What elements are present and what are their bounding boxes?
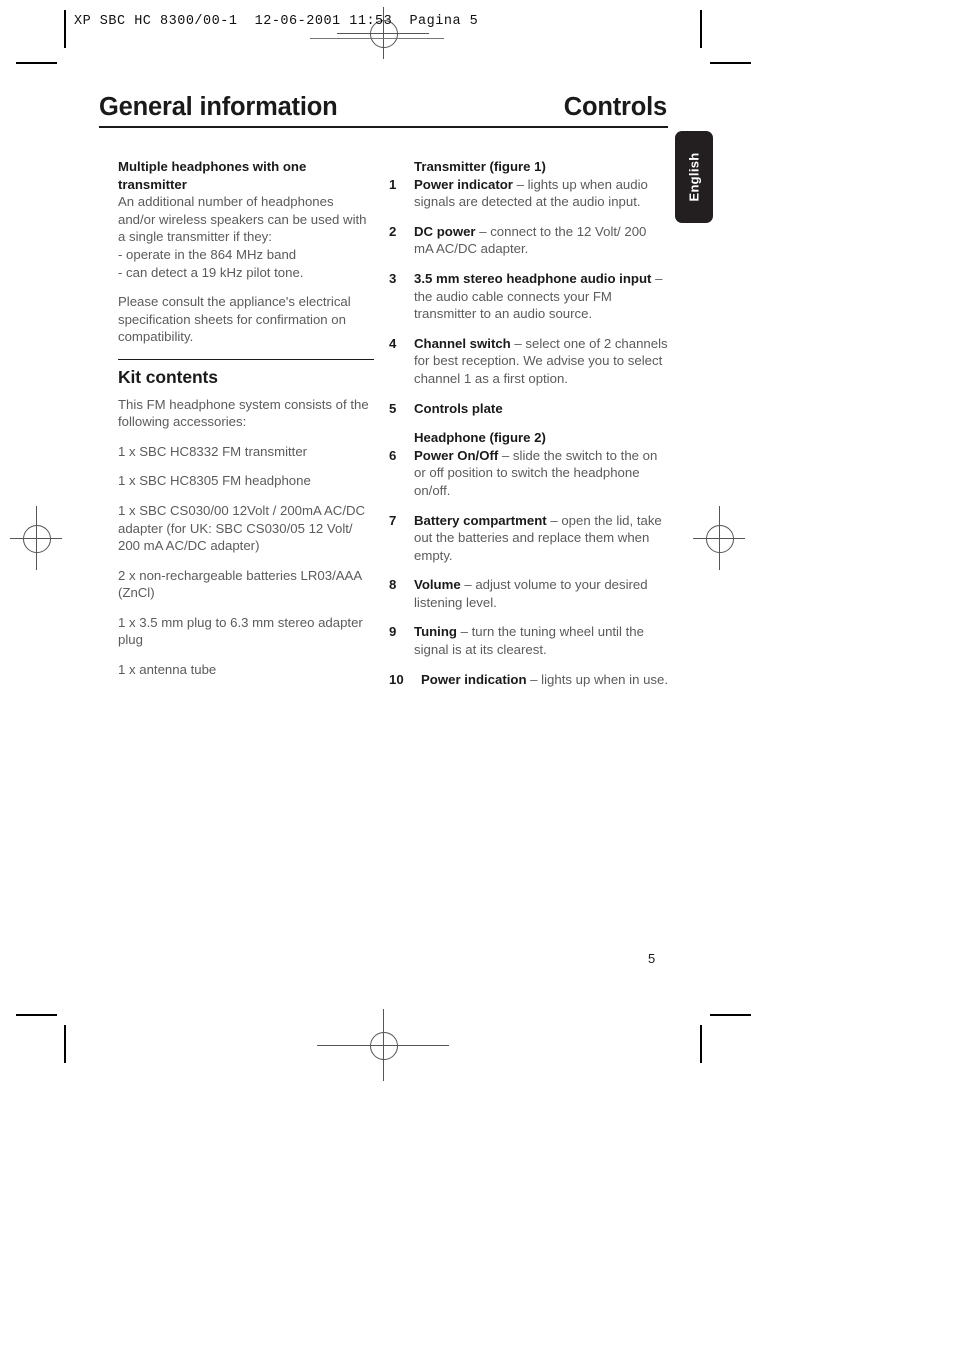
multiple-headphones-note: Please consult the appliance's electrica… [118,294,351,345]
control-item-2: 2 DC power – connect to the 12 Volt/ 200… [389,223,668,258]
crop-mark-top-right-horizontal [710,62,751,64]
control-item-term: Tuning [414,624,457,640]
control-item-term: Power indication [421,671,527,687]
control-item-4: 4 Channel switch – select one of 2 chann… [389,335,668,388]
control-item-term: 3.5 mm stereo headphone audio input [414,270,652,286]
kit-contents-heading: Kit contents [118,366,218,387]
control-item-term: Power On/Off [414,447,499,463]
multiple-headphones-bullet-1: - operate in the 864 MHz band [118,246,297,262]
title-divider-rule [99,126,668,128]
kit-contents-item: 1 x SBC CS030/00 12Volt / 200mA AC/DC ad… [118,502,366,554]
control-item-number: 7 [389,512,397,528]
page-title-right: Controls [563,93,667,121]
control-item-number: 4 [389,335,397,351]
control-item-term: Volume [414,577,461,593]
control-item-3: 3 3.5 mm stereo headphone audio input – … [389,270,668,323]
language-tab-label: English [686,152,702,202]
transmitter-section-heading-wrap: Transmitter (figure 1) [389,158,668,176]
control-item-term: Channel switch [414,335,511,351]
multiple-headphones-bullet-2: - can detect a 19 kHz pilot tone. [118,264,304,280]
proof-slug-underline [310,38,444,39]
control-item-1: 1 Power indicator – lights up when audio… [389,176,668,211]
crop-mark-bottom-left-vertical [64,1025,66,1063]
language-tab: English [675,131,713,223]
document-page: XP SBC HC 8300/00-1 12-06-2001 11:53 Pag… [0,0,954,1351]
kit-contents-item: 1 x 3.5 mm plug to 6.3 mm stereo adapter… [118,614,363,648]
control-item-number: 6 [389,447,397,463]
page-title-row: General information Controls [99,93,667,122]
crop-mark-top-left-horizontal [16,62,57,64]
control-item-number: 8 [389,577,397,593]
control-item-term: Battery compartment [414,512,547,528]
control-item-number: 1 [389,176,397,192]
control-item-8: 8 Volume – adjust volume to your desired… [389,576,668,611]
crop-mark-bottom-right-vertical [700,1025,702,1063]
control-item-number: 9 [389,624,397,640]
kit-contents-item: 1 x SBC HC8305 FM headphone [118,473,311,489]
transmitter-section-heading: Transmitter (figure 1) [414,159,546,174]
page-title-left: General information [99,93,338,121]
control-item-6: 6 Power On/Off – slide the switch to the… [389,447,668,500]
kit-contents-divider-rule [118,358,374,360]
kit-contents-item: 1 x antenna tube [118,662,217,678]
control-item-7: 7 Battery compartment – open the lid, ta… [389,512,668,565]
headphone-section-heading-wrap: Headphone (figure 2) [389,429,668,447]
control-item-term: Power indicator [414,176,513,192]
control-item-9: 9 Tuning – turn the tuning wheel until t… [389,623,668,658]
control-item-number: 2 [389,223,397,239]
control-item-5: 5 Controls plate [389,400,668,418]
multiple-headphones-heading-line2: transmitter [118,176,187,192]
proof-slug-header: XP SBC HC 8300/00-1 12-06-2001 11:53 Pag… [74,14,479,29]
page-number: 5 [648,951,656,966]
control-item-10: 10 Power indication – lights up when in … [389,671,668,689]
multiple-headphones-paragraph: An additional number of headphones and/o… [118,194,367,245]
left-column: Multiple headphones with one transmitter… [118,158,374,691]
crop-mark-top-left-vertical [64,10,66,48]
multiple-headphones-heading-line1: Multiple headphones with one [118,159,307,174]
crop-mark-bottom-left-horizontal [16,1014,57,1016]
crop-mark-top-right-vertical [700,10,702,48]
headphone-section-heading: Headphone (figure 2) [414,430,546,446]
kit-contents-intro: This FM headphone system consists of the… [118,396,369,430]
control-item-number: 3 [389,270,397,286]
control-item-term: Controls plate [414,400,503,416]
control-item-description: – lights up when in use. [526,671,669,687]
kit-contents-item: 1 x SBC HC8332 FM transmitter [118,443,308,459]
kit-contents-item: 2 x non-rechargeable batteries LR03/AAA … [118,567,362,601]
control-item-number: 10 [389,671,404,687]
right-column: Transmitter (figure 1) 1 Power indicator… [389,158,668,700]
crop-mark-bottom-right-horizontal [710,1014,751,1016]
control-item-term: DC power [414,223,476,239]
control-item-number: 5 [389,400,397,416]
